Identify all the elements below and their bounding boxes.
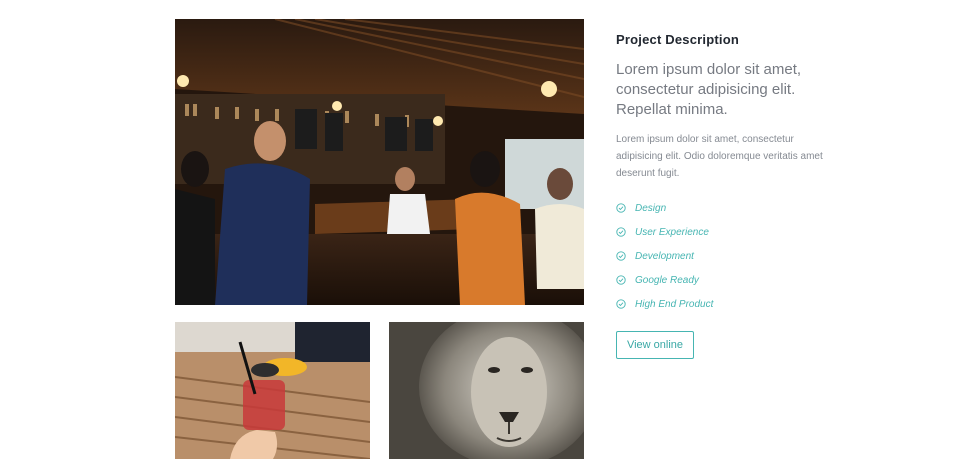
feature-label: High End Product (635, 298, 714, 310)
check-circle-icon (616, 299, 626, 309)
feature-item: Development (616, 244, 826, 268)
feature-item: Google Ready (616, 268, 826, 292)
check-circle-icon (616, 275, 626, 285)
project-page: Project Description Lorem ipsum dolor si… (0, 0, 980, 471)
feature-list: Design User Experience Development Googl… (616, 196, 826, 316)
lion-photo (389, 322, 584, 459)
project-sidebar: Project Description Lorem ipsum dolor si… (616, 31, 826, 359)
feature-label: User Experience (635, 226, 709, 238)
check-circle-icon (616, 203, 626, 213)
project-lead: Lorem ipsum dolor sit amet, consectetur … (616, 61, 802, 118)
view-online-button[interactable]: View online (616, 331, 694, 359)
bar-photo (175, 19, 584, 305)
feature-label: Google Ready (635, 274, 699, 286)
project-heading: Project Description (616, 32, 739, 47)
drink-photo (175, 322, 370, 459)
feature-item: Design (616, 196, 826, 220)
check-circle-icon (616, 227, 626, 237)
feature-item: High End Product (616, 292, 826, 316)
feature-label: Development (635, 250, 694, 262)
check-circle-icon (616, 251, 626, 261)
feature-item: User Experience (616, 220, 826, 244)
feature-label: Design (635, 202, 667, 214)
project-body: Lorem ipsum dolor sit amet, consectetur … (616, 134, 823, 179)
